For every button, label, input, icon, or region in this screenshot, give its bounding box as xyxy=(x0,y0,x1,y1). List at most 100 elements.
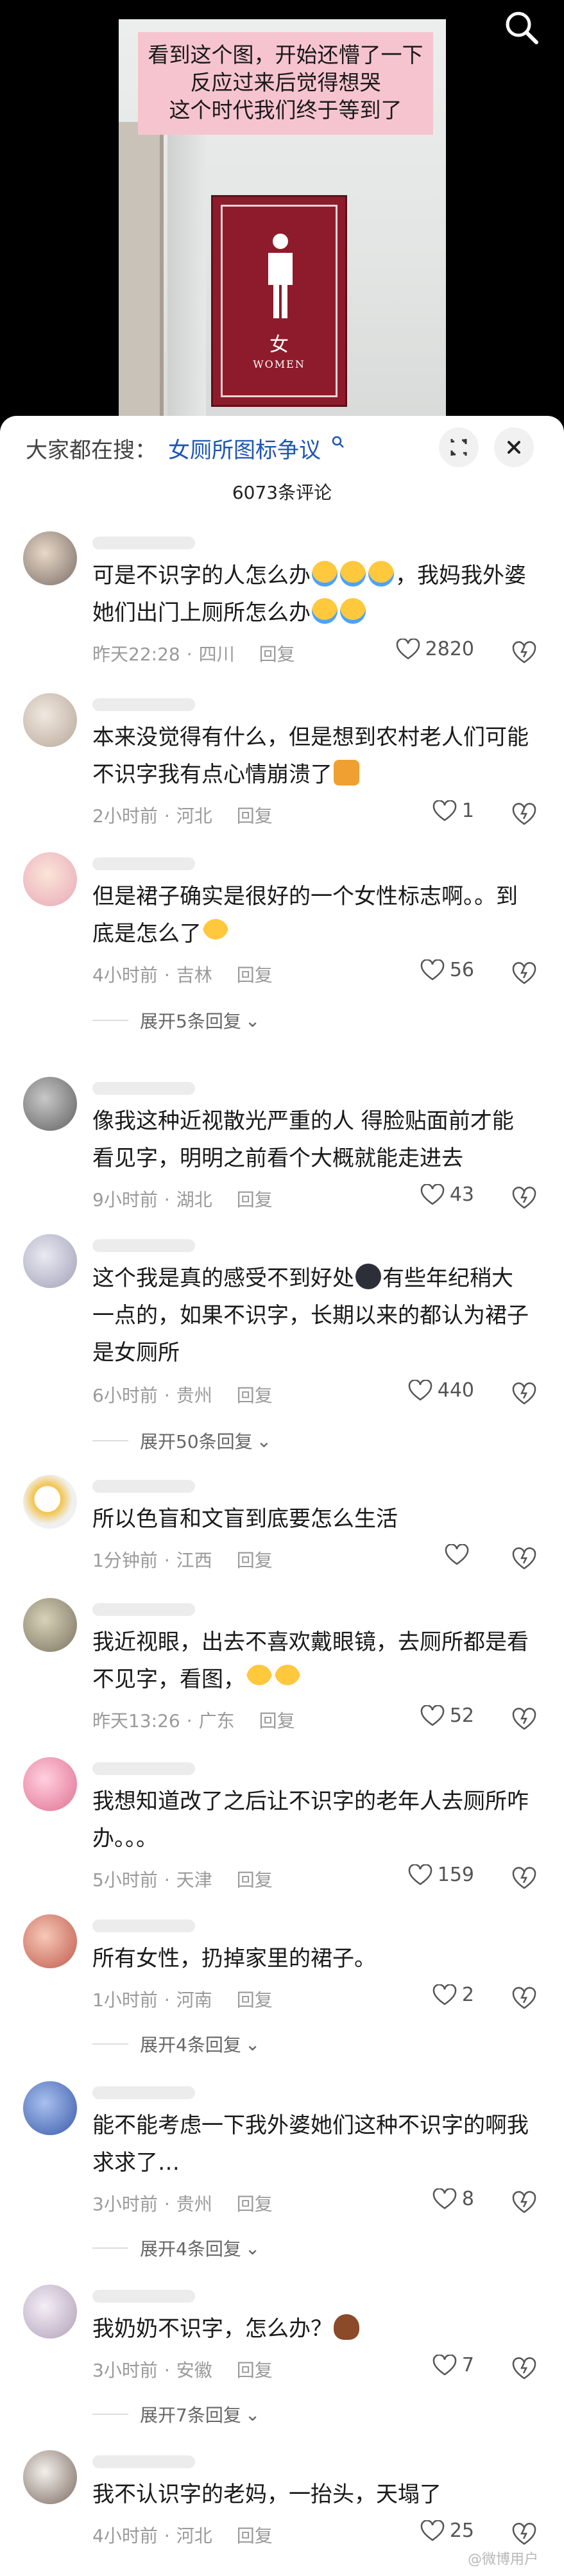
dislike-icon[interactable] xyxy=(511,639,537,665)
reply-button[interactable]: 回复 xyxy=(259,644,295,665)
dislike-icon[interactable] xyxy=(511,1545,537,1571)
comment-meta: 昨天22:28 · 四川 回复 xyxy=(92,644,295,665)
like-button[interactable]: 440 xyxy=(408,1379,474,1402)
like-button[interactable]: 2820 xyxy=(396,638,474,660)
dislike-icon[interactable] xyxy=(511,2521,537,2546)
reply-button[interactable]: 回复 xyxy=(237,2525,273,2546)
dark-face-emoji-icon xyxy=(355,1264,381,1289)
username[interactable] xyxy=(92,1239,195,1252)
chevron-down-icon: ⌄ xyxy=(244,2237,261,2259)
avatar[interactable] xyxy=(23,2285,77,2339)
avatar[interactable] xyxy=(23,1914,77,1968)
reply-button[interactable]: 回复 xyxy=(237,965,273,986)
reply-button[interactable]: 回复 xyxy=(237,1989,273,2011)
like-button[interactable]: 8 xyxy=(432,2188,474,2210)
username[interactable] xyxy=(92,698,195,711)
username[interactable] xyxy=(92,1603,195,1616)
avatar[interactable] xyxy=(23,1598,77,1652)
comment-text: 我奶奶不识字，怎么办？ xyxy=(92,2310,529,2348)
comment-location: 湖北 xyxy=(176,1189,212,1210)
comment-time: 6小时前 xyxy=(92,1385,158,1406)
comment-meta: 4小时前 · 吉林 回复 xyxy=(92,965,273,986)
expand-replies-button[interactable]: 展开7条回复 ⌄ xyxy=(92,2401,260,2427)
username[interactable] xyxy=(92,1919,195,1932)
username[interactable] xyxy=(92,1762,195,1775)
search-icon[interactable] xyxy=(499,5,544,50)
like-count: 2 xyxy=(461,1984,474,2006)
chevron-down-icon: ⌄ xyxy=(244,1009,261,1031)
comment-meta: 1小时前 · 河南 回复 xyxy=(92,1989,273,2011)
username[interactable] xyxy=(92,537,195,549)
avatar[interactable] xyxy=(23,1077,77,1131)
comment-time: 4小时前 xyxy=(92,965,158,986)
expand-icon[interactable] xyxy=(439,427,479,467)
dislike-icon[interactable] xyxy=(511,1985,537,2011)
dislike-icon[interactable] xyxy=(511,1380,537,1406)
username[interactable] xyxy=(92,857,195,870)
avatar[interactable] xyxy=(23,1475,77,1529)
expand-replies-button[interactable]: 展开4条回复 ⌄ xyxy=(92,2031,260,2057)
expand-replies-button[interactable]: 展开50条回复 ⌄ xyxy=(92,1428,271,1454)
dislike-icon[interactable] xyxy=(511,1865,537,1891)
comment-location: 吉林 xyxy=(176,965,212,986)
close-icon[interactable] xyxy=(494,427,534,467)
dislike-icon[interactable] xyxy=(511,2355,537,2381)
reply-button[interactable]: 回复 xyxy=(237,1550,273,1571)
username[interactable] xyxy=(92,2290,195,2303)
restroom-sign: 女 WOMEN xyxy=(211,195,347,407)
like-button[interactable]: 1 xyxy=(432,800,474,822)
comment-panel: 大家都在搜： 女厕所图标争议 6073条评论 可是不识字的人怎么办 ，我妈我外婆她… xyxy=(0,416,564,2576)
search-keyword-link[interactable]: 女厕所图标争议 xyxy=(168,433,321,464)
dislike-icon[interactable] xyxy=(511,1185,537,1210)
expand-replies-button[interactable]: 展开4条回复 ⌄ xyxy=(92,2235,260,2261)
like-button[interactable]: 7 xyxy=(432,2354,474,2376)
avatar[interactable] xyxy=(23,531,77,585)
comment-time: 9小时前 xyxy=(92,1189,158,1210)
comment-text-part: 我近视眼，出去不喜欢戴眼镜，去厕所都是看不见字，看图， xyxy=(92,1629,529,1692)
avatar[interactable] xyxy=(23,2450,77,2504)
like-button[interactable] xyxy=(445,1544,474,1566)
username[interactable] xyxy=(92,1480,195,1493)
cat-emoji-icon xyxy=(334,760,359,786)
comment-time: 1分钟前 xyxy=(92,1550,158,1571)
reply-button[interactable]: 回复 xyxy=(237,1189,273,1210)
restroom-photo: 看到这个图，开始还懵了一下 反应过来后觉得想哭 这个时代我们终于等到了 女 WO… xyxy=(119,19,446,424)
like-button[interactable]: 56 xyxy=(420,959,474,981)
crying-emoji-icon xyxy=(368,561,394,587)
reply-button[interactable]: 回复 xyxy=(237,2194,273,2215)
avatar[interactable] xyxy=(23,852,77,906)
search-small-icon[interactable] xyxy=(331,435,345,449)
like-button[interactable]: 159 xyxy=(408,1864,474,1886)
reply-button[interactable]: 回复 xyxy=(237,1385,273,1406)
reply-button[interactable]: 回复 xyxy=(237,805,273,827)
expand-replies-button[interactable]: 展开5条回复 ⌄ xyxy=(92,1008,260,1033)
like-button[interactable]: 43 xyxy=(420,1183,474,1206)
dislike-icon[interactable] xyxy=(511,1706,537,1731)
username[interactable] xyxy=(92,2086,195,2099)
like-button[interactable]: 2 xyxy=(432,1984,474,2006)
avatar[interactable] xyxy=(23,1757,77,1811)
like-button[interactable]: 52 xyxy=(420,1704,474,1727)
like-button[interactable]: 25 xyxy=(420,2520,474,2542)
sign-text-en: WOMEN xyxy=(253,358,305,370)
avatar[interactable] xyxy=(23,693,77,747)
avatar[interactable] xyxy=(23,1234,77,1288)
reply-button[interactable]: 回复 xyxy=(237,1869,273,1891)
dislike-icon[interactable] xyxy=(511,801,537,827)
video-area[interactable]: 看到这个图，开始还懵了一下 反应过来后觉得想哭 这个时代我们终于等到了 女 WO… xyxy=(0,0,564,424)
username[interactable] xyxy=(92,2455,195,2468)
dislike-icon[interactable] xyxy=(511,2189,537,2215)
comment-text: 像我这种近视散光严重的人 得脸贴面前才能看见字，明明之前看个大概就能走进去 xyxy=(92,1108,514,1171)
reply-button[interactable]: 回复 xyxy=(237,2360,273,2381)
comment-text: 能不能考虑一下我外婆她们这种不识字的啊我求求了… xyxy=(92,2113,529,2176)
like-count: 43 xyxy=(449,1183,474,1206)
dislike-icon[interactable] xyxy=(511,960,537,986)
comment-text-part: 本来没觉得有什么，但是想到农村老人们可能不识字我有点心情崩溃了 xyxy=(92,725,529,787)
avatar[interactable] xyxy=(23,2081,77,2135)
reply-button[interactable]: 回复 xyxy=(259,1710,295,1731)
comment-meta: 3小时前 · 安徽 回复 xyxy=(92,2360,273,2381)
comment-location: 广东 xyxy=(198,1710,235,1731)
poop-emoji-icon xyxy=(334,2314,359,2340)
username[interactable] xyxy=(92,1082,195,1095)
like-count: 1 xyxy=(461,800,474,822)
